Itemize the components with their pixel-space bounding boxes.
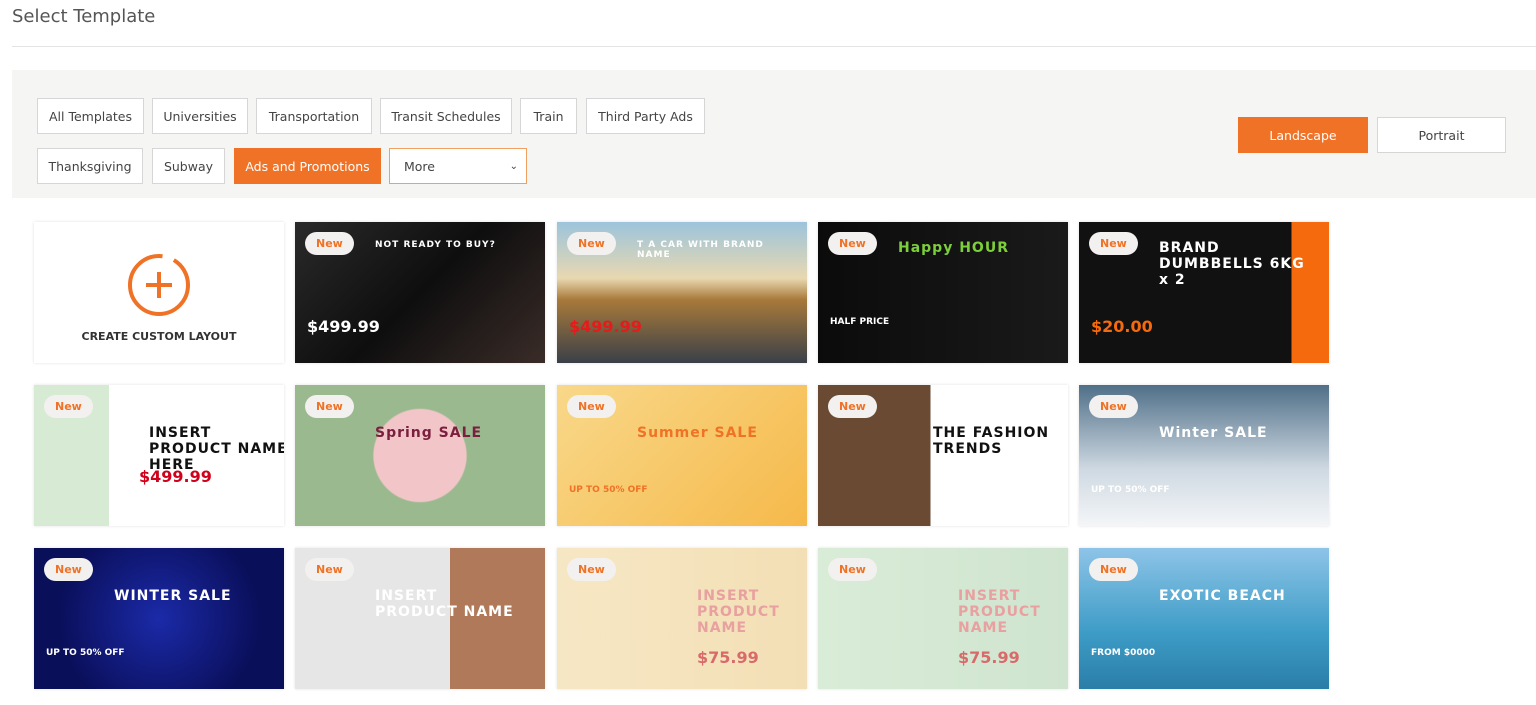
template-price: $75.99 [958, 648, 1020, 667]
new-badge: New [567, 395, 616, 418]
new-badge: New [1089, 232, 1138, 255]
create-custom-layout-card[interactable]: CREATE CUSTOM LAYOUT [34, 222, 284, 363]
template-card[interactable]: New EXOTIC BEACH FROM $0000 [1079, 548, 1329, 689]
template-price: UP TO 50% OFF [46, 648, 125, 658]
new-badge: New [828, 232, 877, 255]
template-card[interactable]: New T A CAR WITH BRAND NAME $499.99 [557, 222, 807, 363]
template-headline: THE FASHION TRENDS [933, 425, 1050, 457]
page-title: Select Template [12, 6, 156, 27]
landscape-button[interactable]: Landscape [1238, 117, 1368, 153]
template-price: $499.99 [139, 467, 212, 486]
filter-panel: All Templates Universities Transportatio… [12, 70, 1536, 198]
template-price: UP TO 50% OFF [1091, 485, 1170, 495]
new-badge: New [305, 395, 354, 418]
template-price: $20.00 [1091, 317, 1153, 336]
more-label: More [404, 158, 435, 174]
new-badge: New [305, 232, 354, 255]
new-badge: New [828, 395, 877, 418]
new-badge: New [305, 558, 354, 581]
template-card[interactable]: New INSERT PRODUCT NAME $75.99 [557, 548, 807, 689]
template-card[interactable]: New Happy HOUR HALF PRICE [818, 222, 1068, 363]
template-headline: INSERT PRODUCT NAME [375, 588, 514, 620]
template-card[interactable]: New WINTER SALE UP TO 50% OFF [34, 548, 284, 689]
template-card[interactable]: New INSERT PRODUCT NAME HERE $499.99 [34, 385, 284, 526]
template-price: $75.99 [697, 648, 759, 667]
new-badge: New [1089, 558, 1138, 581]
plus-circle-icon [128, 254, 190, 316]
filter-thanksgiving[interactable]: Thanksgiving [37, 148, 143, 184]
filter-all-templates[interactable]: All Templates [37, 98, 144, 134]
template-card[interactable]: New NOT READY TO BUY? $499.99 [295, 222, 545, 363]
template-headline: EXOTIC BEACH [1159, 588, 1286, 604]
new-badge: New [567, 558, 616, 581]
template-headline: BRAND DUMBBELLS 6KG x 2 [1159, 240, 1305, 288]
template-headline: Spring SALE [375, 425, 483, 441]
template-card[interactable]: New INSERT PRODUCT NAME [295, 548, 545, 689]
template-price: UP TO 50% OFF [569, 485, 648, 495]
template-card[interactable]: New Spring SALE [295, 385, 545, 526]
template-headline: INSERT PRODUCT NAME HERE [149, 425, 284, 473]
template-headline: INSERT PRODUCT NAME [958, 588, 1041, 636]
new-badge: New [567, 232, 616, 255]
filter-transportation[interactable]: Transportation [256, 98, 372, 134]
portrait-button[interactable]: Portrait [1377, 117, 1506, 153]
filter-transit-schedules[interactable]: Transit Schedules [380, 98, 512, 134]
filter-subway[interactable]: Subway [152, 148, 225, 184]
template-price: $499.99 [569, 317, 642, 336]
new-badge: New [828, 558, 877, 581]
template-headline: Happy HOUR [898, 240, 1009, 256]
template-headline: Winter SALE [1159, 425, 1268, 441]
template-headline: Summer SALE [637, 425, 758, 441]
template-card[interactable]: New THE FASHION TRENDS [818, 385, 1068, 526]
template-headline: T A CAR WITH BRAND NAME [637, 240, 764, 260]
template-card[interactable]: New Summer SALE UP TO 50% OFF [557, 385, 807, 526]
template-card[interactable]: New INSERT PRODUCT NAME $75.99 [818, 548, 1068, 689]
template-headline: NOT READY TO BUY? [375, 240, 496, 250]
filter-train[interactable]: Train [520, 98, 577, 134]
create-custom-layout-label: CREATE CUSTOM LAYOUT [81, 330, 237, 343]
new-badge: New [1089, 395, 1138, 418]
template-headline: INSERT PRODUCT NAME [697, 588, 780, 636]
more-dropdown[interactable]: More ⌄ [389, 148, 527, 184]
filter-universities[interactable]: Universities [152, 98, 248, 134]
divider [12, 46, 1536, 47]
template-card[interactable]: New Winter SALE UP TO 50% OFF [1079, 385, 1329, 526]
template-card[interactable]: New BRAND DUMBBELLS 6KG x 2 $20.00 [1079, 222, 1329, 363]
filter-ads-and-promotions[interactable]: Ads and Promotions [234, 148, 381, 184]
chevron-down-icon: ⌄ [509, 160, 518, 172]
new-badge: New [44, 395, 93, 418]
template-headline: WINTER SALE [114, 588, 232, 604]
template-price: HALF PRICE [830, 317, 890, 327]
new-badge: New [44, 558, 93, 581]
template-price: $499.99 [307, 317, 380, 336]
filter-third-party-ads[interactable]: Third Party Ads [586, 98, 705, 134]
template-price: FROM $0000 [1091, 648, 1156, 658]
